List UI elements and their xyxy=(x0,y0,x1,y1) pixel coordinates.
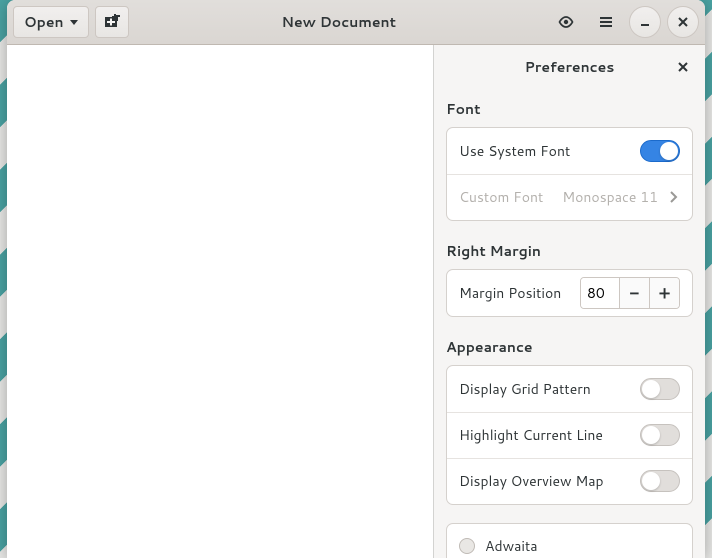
panel-body: Font Use System Font Custom Font Monospa… xyxy=(434,89,705,558)
overview-map-row[interactable]: Display Overview Map xyxy=(447,458,692,504)
highlight-line-label: Highlight Current Line xyxy=(459,425,640,445)
new-tab-button[interactable] xyxy=(95,6,129,38)
headerbar: Open New Document xyxy=(7,0,705,45)
section-title-font: Font xyxy=(446,99,693,119)
highlight-line-row[interactable]: Highlight Current Line xyxy=(447,412,692,458)
margin-increment-button[interactable]: + xyxy=(649,278,679,308)
app-window: Open New Document xyxy=(7,0,705,558)
theme-adwaita-radio[interactable] xyxy=(459,538,475,554)
custom-font-label: Custom Font xyxy=(459,187,562,207)
use-system-font-label: Use System Font xyxy=(459,141,640,161)
editor-area[interactable] xyxy=(7,45,434,558)
section-title-appearance: Appearance xyxy=(446,337,693,357)
margin-position-input[interactable] xyxy=(581,278,619,308)
preview-button[interactable] xyxy=(549,6,583,38)
display-grid-switch[interactable] xyxy=(640,378,680,400)
document-title: New Document xyxy=(135,12,543,32)
right-margin-card: Margin Position − + xyxy=(446,269,693,317)
theme-card: Adwaita xyxy=(446,523,693,558)
use-system-font-switch[interactable] xyxy=(640,140,680,162)
custom-font-value: Monospace 11 xyxy=(562,187,658,207)
close-icon xyxy=(677,61,689,73)
hamburger-icon xyxy=(598,14,614,30)
new-tab-icon xyxy=(104,14,120,30)
margin-position-spinbox: − + xyxy=(580,277,680,309)
minimize-icon xyxy=(640,17,650,27)
preferences-panel: Preferences Font Use System Font Custom … xyxy=(434,45,705,558)
use-system-font-row[interactable]: Use System Font xyxy=(447,128,692,174)
display-grid-row[interactable]: Display Grid Pattern xyxy=(447,366,692,412)
close-window-button[interactable] xyxy=(667,6,699,38)
margin-decrement-button[interactable]: − xyxy=(619,278,649,308)
menu-button[interactable] xyxy=(589,6,623,38)
margin-position-row: Margin Position − + xyxy=(447,270,692,316)
eye-icon xyxy=(558,14,574,30)
panel-header: Preferences xyxy=(434,45,705,89)
chevron-down-icon xyxy=(70,20,78,25)
theme-adwaita-row[interactable]: Adwaita xyxy=(447,524,692,558)
close-icon xyxy=(678,17,688,27)
font-card: Use System Font Custom Font Monospace 11 xyxy=(446,127,693,221)
theme-adwaita-label: Adwaita xyxy=(485,536,538,556)
highlight-line-switch[interactable] xyxy=(640,424,680,446)
margin-position-label: Margin Position xyxy=(459,283,580,303)
display-grid-label: Display Grid Pattern xyxy=(459,379,640,399)
panel-close-button[interactable] xyxy=(671,55,695,79)
chevron-right-icon xyxy=(666,190,680,204)
overview-map-switch[interactable] xyxy=(640,470,680,492)
panel-title: Preferences xyxy=(446,57,693,77)
appearance-card: Display Grid Pattern Highlight Current L… xyxy=(446,365,693,505)
section-title-right-margin: Right Margin xyxy=(446,241,693,261)
custom-font-row[interactable]: Custom Font Monospace 11 xyxy=(447,174,692,220)
content-area: Preferences Font Use System Font Custom … xyxy=(7,45,705,558)
open-button-label: Open xyxy=(24,12,64,32)
open-button[interactable]: Open xyxy=(13,6,89,38)
minimize-button[interactable] xyxy=(629,6,661,38)
overview-map-label: Display Overview Map xyxy=(459,471,640,491)
